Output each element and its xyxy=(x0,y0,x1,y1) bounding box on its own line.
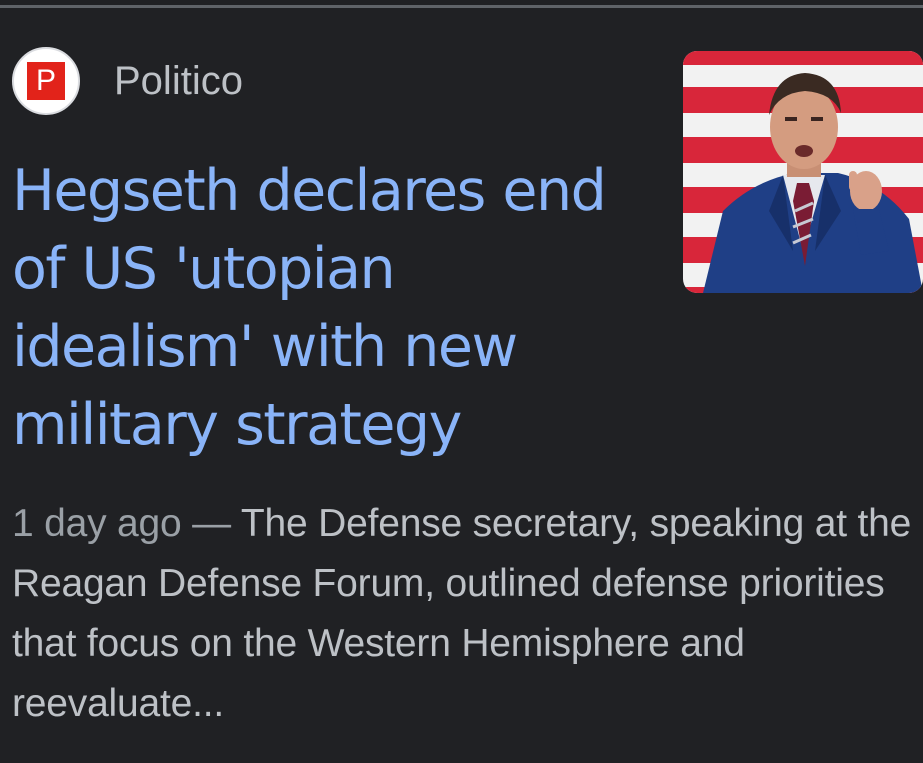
favicon-letter: P xyxy=(27,62,65,100)
source-name: Politico xyxy=(114,58,243,103)
date-separator: — xyxy=(181,502,241,545)
result-date: 1 day ago xyxy=(12,502,182,545)
thumbnail-photo-icon xyxy=(683,51,923,293)
source-row[interactable]: P Politico xyxy=(12,45,243,117)
result-snippet: 1 day ago — The Defense secretary, speak… xyxy=(12,494,917,734)
news-result-card[interactable]: P Politico Hegseth declares end of US 'u… xyxy=(0,8,923,763)
politico-favicon-icon: P xyxy=(12,47,80,115)
article-thumbnail[interactable] xyxy=(683,51,923,293)
headline-link[interactable]: Hegseth declares end of US 'utopian idea… xyxy=(12,152,652,464)
